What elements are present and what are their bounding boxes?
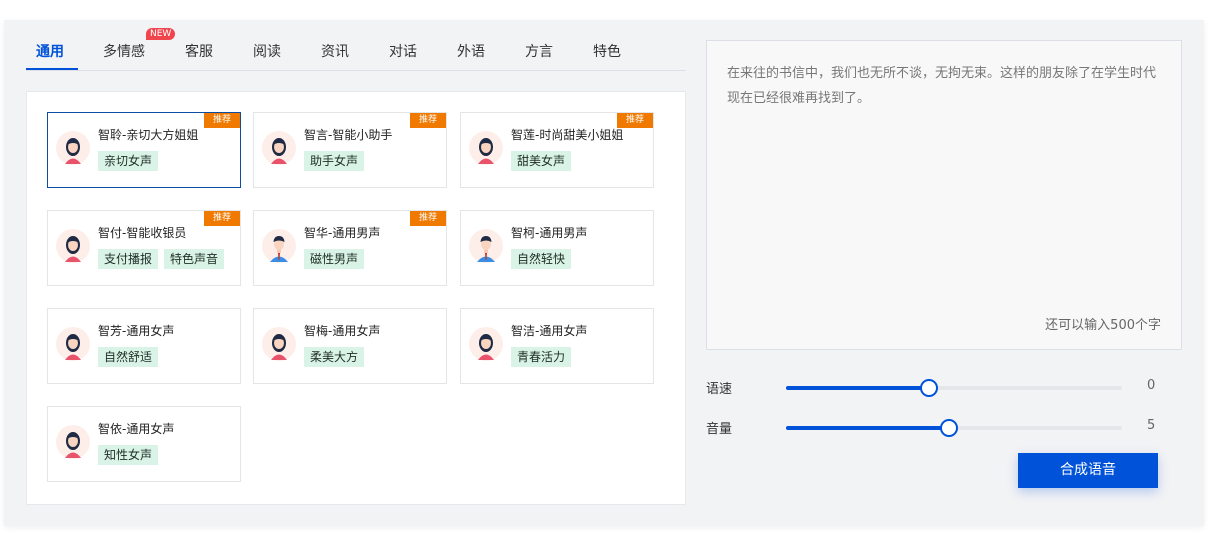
female-avatar-icon xyxy=(56,131,90,165)
tab-reading[interactable]: 阅读 xyxy=(253,41,281,61)
recommended-badge: 推荐 xyxy=(410,113,446,128)
recommended-badge: 推荐 xyxy=(204,113,240,128)
volume-slider-handle[interactable] xyxy=(939,419,958,437)
voice-category-tabs: 通用 多情感 NEW 客服 阅读 资讯 对话 外语 方言 特色 xyxy=(26,20,686,71)
male-avatar-icon xyxy=(469,229,503,263)
voice-card-zhifu[interactable]: 智付-智能收银员 支付播报 特色声音 推荐 xyxy=(47,210,241,286)
voice-tag: 柔美大方 xyxy=(304,347,365,367)
speed-slider-handle[interactable] xyxy=(919,379,938,397)
speed-slider[interactable] xyxy=(786,379,1122,397)
voice-tag: 亲切女声 xyxy=(98,151,159,171)
tts-panel: 通用 多情感 NEW 客服 阅读 资讯 对话 外语 方言 特色 智聆-亲切大方姐… xyxy=(4,20,1204,526)
volume-value: 5 xyxy=(1147,418,1156,433)
tab-dialogue[interactable]: 对话 xyxy=(389,41,417,61)
new-badge: NEW xyxy=(146,28,176,40)
voice-card-zhifang[interactable]: 智芳-通用女声 自然舒适 xyxy=(47,308,241,384)
male-avatar-icon xyxy=(262,229,296,263)
voice-tag: 支付播报 xyxy=(98,249,159,269)
voice-card-zhiyan[interactable]: 智言-智能小助手 助手女声 推荐 xyxy=(253,112,447,188)
voice-card-zhike[interactable]: 智柯-通用男声 自然轻快 xyxy=(460,210,654,286)
female-avatar-icon xyxy=(262,131,296,165)
female-avatar-icon xyxy=(56,425,90,459)
speed-value: 0 xyxy=(1147,378,1156,393)
voice-tag: 甜美女声 xyxy=(511,151,572,171)
voice-name: 智莲-时尚甜美小姐姐 xyxy=(511,128,624,142)
female-avatar-icon xyxy=(469,131,503,165)
volume-slider-fill xyxy=(786,426,949,430)
voice-name: 智芳-通用女声 xyxy=(98,324,175,338)
voice-card-zhijie[interactable]: 智洁-通用女声 青春活力 xyxy=(460,308,654,384)
voice-tag: 特色声音 xyxy=(164,249,225,269)
voice-card-zhiyi[interactable]: 智依-通用女声 知性女声 xyxy=(47,406,241,482)
volume-label: 音量 xyxy=(706,422,733,437)
tab-special[interactable]: 特色 xyxy=(593,41,621,61)
volume-slider[interactable] xyxy=(786,419,1122,437)
voice-tag: 磁性男声 xyxy=(304,249,365,269)
voice-tag: 自然舒适 xyxy=(98,347,159,367)
female-avatar-icon xyxy=(469,327,503,361)
voice-name: 智言-智能小助手 xyxy=(304,128,393,142)
recommended-badge: 推荐 xyxy=(204,211,240,226)
voice-card-zhihua[interactable]: 智华-通用男声 磁性男声 推荐 xyxy=(253,210,447,286)
tab-customer-service[interactable]: 客服 xyxy=(185,41,213,61)
speed-label: 语速 xyxy=(706,382,733,397)
tab-general[interactable]: 通用 xyxy=(36,41,64,61)
text-input-area[interactable]: 在来往的书信中，我们也无所不谈，无拘无束。这样的朋友除了在学生时代现在已经很难再… xyxy=(706,40,1182,350)
recommended-badge: 推荐 xyxy=(410,211,446,226)
synthesize-button[interactable]: 合成语音 xyxy=(1018,453,1158,488)
tab-dialect[interactable]: 方言 xyxy=(525,41,553,61)
tab-foreign-language[interactable]: 外语 xyxy=(457,41,485,61)
voice-name: 智华-通用男声 xyxy=(304,226,381,240)
voice-tag: 青春活力 xyxy=(511,347,572,367)
tab-news[interactable]: 资讯 xyxy=(321,41,349,61)
female-avatar-icon xyxy=(56,229,90,263)
text-input-content[interactable]: 在来往的书信中，我们也无所不谈，无拘无束。这样的朋友除了在学生时代现在已经很难再… xyxy=(727,61,1167,111)
voice-name: 智聆-亲切大方姐姐 xyxy=(98,128,199,142)
voice-grid: 智聆-亲切大方姐姐 亲切女声 推荐 智言-智能小助手 助手女声 推荐 智莲-时尚… xyxy=(26,91,686,505)
voice-tag: 自然轻快 xyxy=(511,249,572,269)
female-avatar-icon xyxy=(56,327,90,361)
voice-tag: 知性女声 xyxy=(98,445,159,465)
voice-name: 智依-通用女声 xyxy=(98,422,175,436)
voice-name: 智洁-通用女声 xyxy=(511,324,588,338)
voice-name: 智柯-通用男声 xyxy=(511,226,588,240)
voice-name: 智付-智能收银员 xyxy=(98,226,187,240)
voice-card-zhimei[interactable]: 智梅-通用女声 柔美大方 xyxy=(253,308,447,384)
remaining-char-count: 还可以输入500个字 xyxy=(1045,318,1161,333)
female-avatar-icon xyxy=(262,327,296,361)
speed-slider-fill xyxy=(786,386,929,390)
voice-card-zhiling[interactable]: 智聆-亲切大方姐姐 亲切女声 推荐 xyxy=(47,112,241,188)
tab-emotion[interactable]: 多情感 xyxy=(103,41,145,61)
voice-tag: 助手女声 xyxy=(304,151,365,171)
active-tab-indicator xyxy=(26,68,78,70)
voice-card-zhilian[interactable]: 智莲-时尚甜美小姐姐 甜美女声 推荐 xyxy=(460,112,654,188)
recommended-badge: 推荐 xyxy=(617,113,653,128)
voice-name: 智梅-通用女声 xyxy=(304,324,381,338)
